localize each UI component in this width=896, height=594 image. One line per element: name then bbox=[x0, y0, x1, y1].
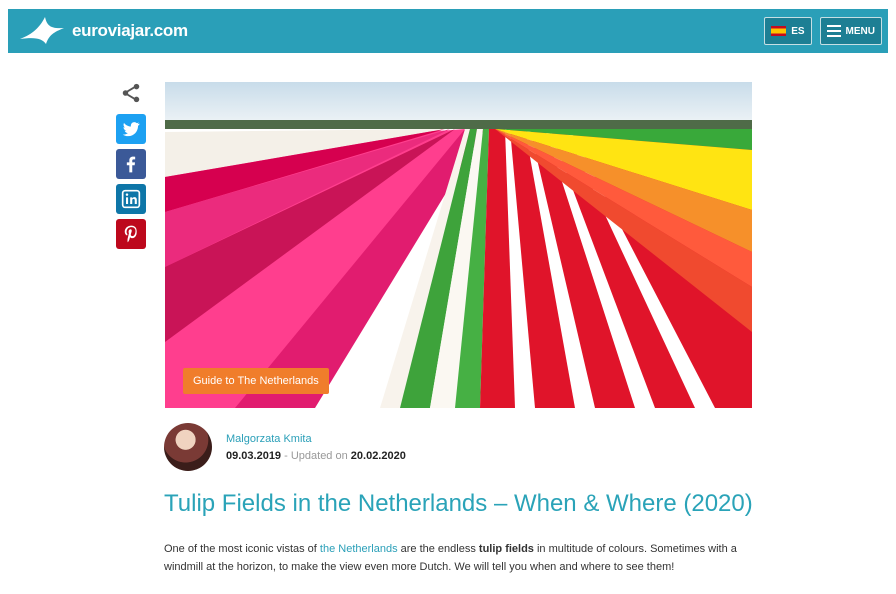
hamburger-icon bbox=[826, 25, 841, 37]
language-button[interactable]: ES bbox=[764, 17, 812, 45]
hero-image-tulip-fields bbox=[165, 82, 752, 408]
share-icon[interactable] bbox=[120, 82, 142, 109]
linkedin-icon[interactable] bbox=[116, 184, 146, 214]
intro-text-2: are the endless bbox=[397, 543, 479, 555]
pinterest-icon[interactable] bbox=[116, 219, 146, 249]
guide-category-tag[interactable]: Guide to The Netherlands bbox=[183, 368, 329, 394]
top-navigation-bar: euroviajar.com ES MENU bbox=[8, 9, 888, 53]
intro-bold-text: tulip fields bbox=[478, 543, 534, 555]
language-label: ES bbox=[791, 25, 805, 37]
facebook-icon[interactable] bbox=[116, 149, 146, 179]
bird-logo-icon bbox=[20, 17, 64, 44]
article-intro: One of the most iconic vistas of the Net… bbox=[164, 540, 764, 576]
menu-button[interactable]: MENU bbox=[819, 17, 882, 45]
updated-date: 20.02.2020 bbox=[350, 449, 406, 462]
post-dates: 09.03.2019 - Updated on 20.02.2020 bbox=[226, 450, 406, 462]
share-sidebar bbox=[115, 82, 147, 249]
twitter-icon[interactable] bbox=[116, 114, 146, 144]
author-meta: Malgorzata Kmita 09.03.2019 - Updated on… bbox=[226, 433, 406, 462]
article-title: Tulip Fields in the Netherlands – When &… bbox=[164, 490, 753, 517]
netherlands-link[interactable]: the Netherlands bbox=[320, 543, 398, 555]
site-logo[interactable]: euroviajar.com bbox=[18, 14, 188, 48]
header-actions: ES MENU bbox=[764, 17, 882, 45]
avatar[interactable] bbox=[164, 423, 212, 471]
updated-prefix: - Updated on bbox=[281, 449, 351, 462]
spain-flag-icon bbox=[771, 26, 787, 36]
author-name[interactable]: Malgorzata Kmita bbox=[226, 433, 406, 445]
published-date: 09.03.2019 bbox=[226, 449, 282, 462]
intro-text-1: One of the most iconic vistas of bbox=[164, 543, 320, 555]
author-block: Malgorzata Kmita 09.03.2019 - Updated on… bbox=[164, 423, 406, 471]
menu-label: MENU bbox=[845, 25, 875, 37]
brand-name: euroviajar.com bbox=[72, 21, 188, 40]
